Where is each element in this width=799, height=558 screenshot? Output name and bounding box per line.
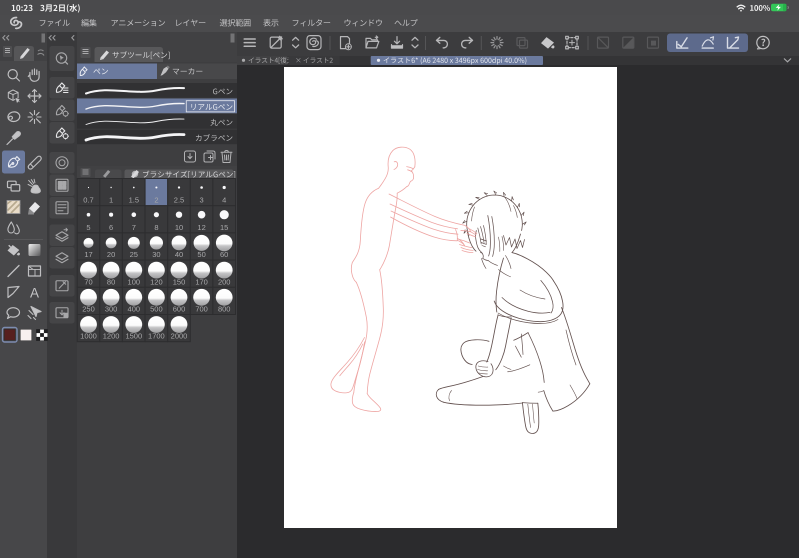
svg-text:40: 40 [175, 250, 183, 259]
svg-text:10: 10 [175, 223, 183, 232]
svg-text:400: 400 [128, 305, 141, 314]
svg-text:200: 200 [218, 277, 231, 286]
svg-text:250: 250 [82, 305, 95, 314]
svg-text:2: 2 [154, 196, 158, 205]
svg-text:6: 6 [109, 223, 113, 232]
svg-text:1: 1 [109, 196, 113, 205]
svg-text:70: 70 [84, 277, 92, 286]
svg-text:15: 15 [220, 223, 228, 232]
svg-text:600: 600 [173, 305, 186, 314]
svg-text:1700: 1700 [148, 332, 165, 341]
svg-text:50: 50 [197, 250, 205, 259]
svg-text:4: 4 [222, 196, 226, 205]
svg-text:8: 8 [154, 223, 158, 232]
svg-text:30: 30 [152, 250, 160, 259]
svg-text:25: 25 [130, 250, 138, 259]
svg-text:2.5: 2.5 [174, 196, 184, 205]
svg-text:7: 7 [132, 223, 136, 232]
svg-text:A: A [30, 286, 39, 301]
svg-text:700: 700 [195, 305, 208, 314]
svg-text:80: 80 [107, 277, 115, 286]
svg-text:120: 120 [150, 277, 163, 286]
svg-text:170: 170 [195, 277, 208, 286]
svg-text:0.7: 0.7 [83, 196, 93, 205]
svg-text:2000: 2000 [171, 332, 188, 341]
svg-text:20: 20 [107, 250, 115, 259]
svg-text:150: 150 [173, 277, 186, 286]
svg-text:5: 5 [86, 223, 90, 232]
svg-text:100: 100 [128, 277, 141, 286]
svg-text:1500: 1500 [125, 332, 142, 341]
svg-text:800: 800 [218, 305, 231, 314]
svg-text:12: 12 [197, 223, 205, 232]
svg-text:500: 500 [150, 305, 163, 314]
svg-text:1000: 1000 [80, 332, 97, 341]
svg-text:60: 60 [220, 250, 228, 259]
svg-text:300: 300 [105, 305, 118, 314]
svg-text:1.5: 1.5 [129, 196, 139, 205]
svg-text:17: 17 [84, 250, 92, 259]
svg-text:3: 3 [200, 196, 204, 205]
svg-text:1200: 1200 [103, 332, 120, 341]
